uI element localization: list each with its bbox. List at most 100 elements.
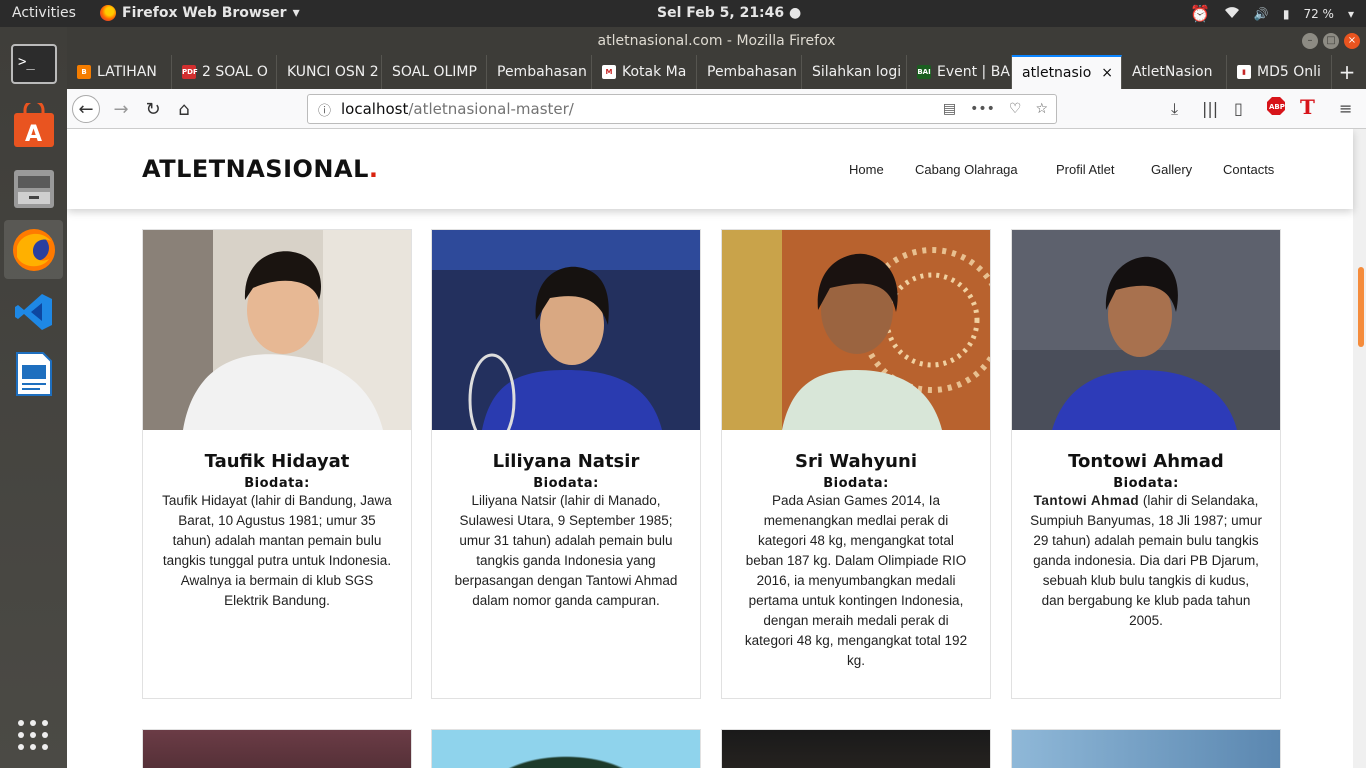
page-actions-icon[interactable]: ••• [970,101,995,117]
app-menu[interactable]: Firefox Web Browser ▾ [100,5,300,21]
browser-tab[interactable]: Silahkan logi [802,55,907,89]
back-button[interactable]: ← [72,95,100,123]
close-window-button[interactable]: × [1344,33,1360,49]
volume-icon[interactable]: 🔊 [1254,7,1269,21]
athlete-card: Tontowi Ahmad Biodata: Tantowi Ahmad (la… [1011,229,1281,699]
page-scrollbar[interactable] [1353,129,1366,768]
athlete-card-photo [721,729,991,768]
battery-percent: 72 % [1303,6,1334,21]
info-icon[interactable]: ⓘ [318,100,331,119]
forward-button[interactable]: → [107,95,135,123]
alarm-clock-icon[interactable]: ⏰ [1190,4,1210,23]
browser-tab[interactable]: M Kotak Ma [592,55,697,89]
browser-tab[interactable]: SOAL OLIMP [382,55,487,89]
site-logo[interactable]: ATLETNASIONAL. [142,155,379,183]
bookmark-star-icon[interactable]: ☆ [1035,101,1048,117]
wifi-icon[interactable] [1224,5,1240,22]
reader-view-icon[interactable]: ▤ [943,101,956,117]
biodata-label: Biodata: [1113,476,1179,491]
window-controls: – □ × [1302,33,1360,49]
tab-label: MD5 Onli [1257,64,1321,80]
firefox-icon [12,228,55,271]
url-bar[interactable]: ⓘ localhost/atletnasional-master/ ▤ ••• … [307,94,1057,124]
pocket-icon[interactable]: ♡ [1009,101,1022,117]
adblock-icon[interactable]: ABP [1267,97,1285,119]
firefox-window: atletnasional.com - Mozilla Firefox – □ … [67,27,1366,768]
system-tray[interactable]: ⏰ 🔊 ▮ 72 % ▾ [1190,4,1354,23]
browser-tab[interactable]: atletnasio × [1012,55,1122,89]
tab-label: Pembahasan [707,64,797,80]
document-icon [15,351,52,396]
nav-contacts[interactable]: Contacts [1223,162,1274,177]
nav-cabang-olahraga[interactable]: Cabang Olahraga [915,162,1018,177]
app-menu-label: Firefox Web Browser [122,5,287,21]
tab-label: AtletNasion [1132,64,1213,80]
navigation-toolbar: ← → ↻ ⌂ ⓘ localhost/atletnasional-master… [67,89,1366,129]
translate-icon[interactable]: T [1300,95,1315,119]
browser-tab[interactable]: KUNCI OSN 2 [277,55,382,89]
url-path: /atletnasional-master/ [408,100,574,118]
terminal-icon: >_ [10,43,57,84]
terminal-launcher[interactable]: >_ [4,34,63,93]
close-tab-icon[interactable]: × [1101,65,1113,81]
shopping-bag-icon: A [13,102,54,147]
writer-launcher[interactable] [4,344,63,403]
system-top-bar: Activities Firefox Web Browser ▾ Sel Feb… [0,0,1366,27]
athlete-photo [722,230,990,430]
biodata-label: Biodata: [533,476,599,491]
athlete-card-photo [431,729,701,768]
clock[interactable]: Sel Feb 5, 21:46 ● [657,5,801,21]
page-viewport: ATLETNASIONAL. Home Cabang Olahraga Prof… [67,129,1366,768]
athlete-bio: Tantowi Ahmad (lahir di Selandaka, Sumpi… [1012,491,1280,631]
new-tab-button[interactable]: + [1332,55,1362,89]
vscode-launcher[interactable] [4,282,63,341]
tab-label: SOAL OLIMP [392,64,477,80]
maximize-button[interactable]: □ [1323,33,1339,49]
biodata-label: Biodata: [823,476,889,491]
battery-icon[interactable]: ▮ [1283,7,1290,21]
tab-label: Kotak Ma [622,64,687,80]
firefox-launcher[interactable] [4,220,63,279]
athlete-card: Taufik Hidayat Biodata: Taufik Hidayat (… [142,229,412,699]
tab-label: 2 SOAL O [202,64,268,80]
athlete-card-photo [142,729,412,768]
athlete-name: Taufik Hidayat [204,451,350,472]
athlete-photo [143,230,411,430]
athlete-bio-rest: (lahir di Selandaka, Sumpiuh Banyumas, 1… [1030,493,1262,628]
reload-button[interactable]: ↻ [139,95,167,123]
tab-bar: B LATIHAN PDF 2 SOAL O KUNCI OSN 2 SOAL OLIMP… [67,55,1366,89]
nav-gallery[interactable]: Gallery [1151,162,1192,177]
sidebar-icon[interactable]: ▯ [1234,99,1243,118]
athlete-bio-bold: Tantowi Ahmad [1033,493,1140,508]
browser-tab[interactable]: PDF 2 SOAL O [172,55,277,89]
athlete-card: Liliyana Natsir Biodata: Liliyana Natsir… [431,229,701,699]
biodata-label: Biodata: [244,476,310,491]
site-header: ATLETNASIONAL. Home Cabang Olahraga Prof… [67,129,1353,209]
blogger-icon: B [77,65,91,79]
hamburger-menu-icon[interactable]: ≡ [1339,99,1352,118]
show-applications-icon[interactable] [18,720,48,750]
software-center-launcher[interactable]: A [4,96,63,155]
tab-label: LATIHAN [97,64,157,80]
scrollbar-thumb[interactable] [1358,267,1364,347]
browser-tab[interactable]: ▮ MD5 Onli [1227,55,1332,89]
minimize-button[interactable]: – [1302,33,1318,49]
site-logo-text: ATLETNASIONAL [142,155,369,183]
svg-text:>_: >_ [18,54,35,70]
browser-tab[interactable]: Pembahasan [697,55,802,89]
bai-icon: BAI [917,65,931,79]
athlete-name: Tontowi Ahmad [1068,451,1224,472]
power-menu-chevron-icon[interactable]: ▾ [1348,7,1354,21]
nav-profil-atlet[interactable]: Profil Atlet [1056,162,1115,177]
browser-tab[interactable]: AtletNasion [1122,55,1227,89]
home-button[interactable]: ⌂ [170,95,198,123]
download-icon[interactable]: ⤓ [1171,99,1178,119]
browser-tab[interactable]: BAI Event | BA [907,55,1012,89]
activities-button[interactable]: Activities [12,5,76,21]
browser-tab[interactable]: B LATIHAN [67,55,172,89]
nav-home[interactable]: Home [849,162,884,177]
files-launcher[interactable] [4,158,63,217]
browser-tab[interactable]: Pembahasan [487,55,592,89]
athlete-card: Sri Wahyuni Biodata: Pada Asian Games 20… [721,229,991,699]
library-icon[interactable]: ||| [1202,99,1218,118]
